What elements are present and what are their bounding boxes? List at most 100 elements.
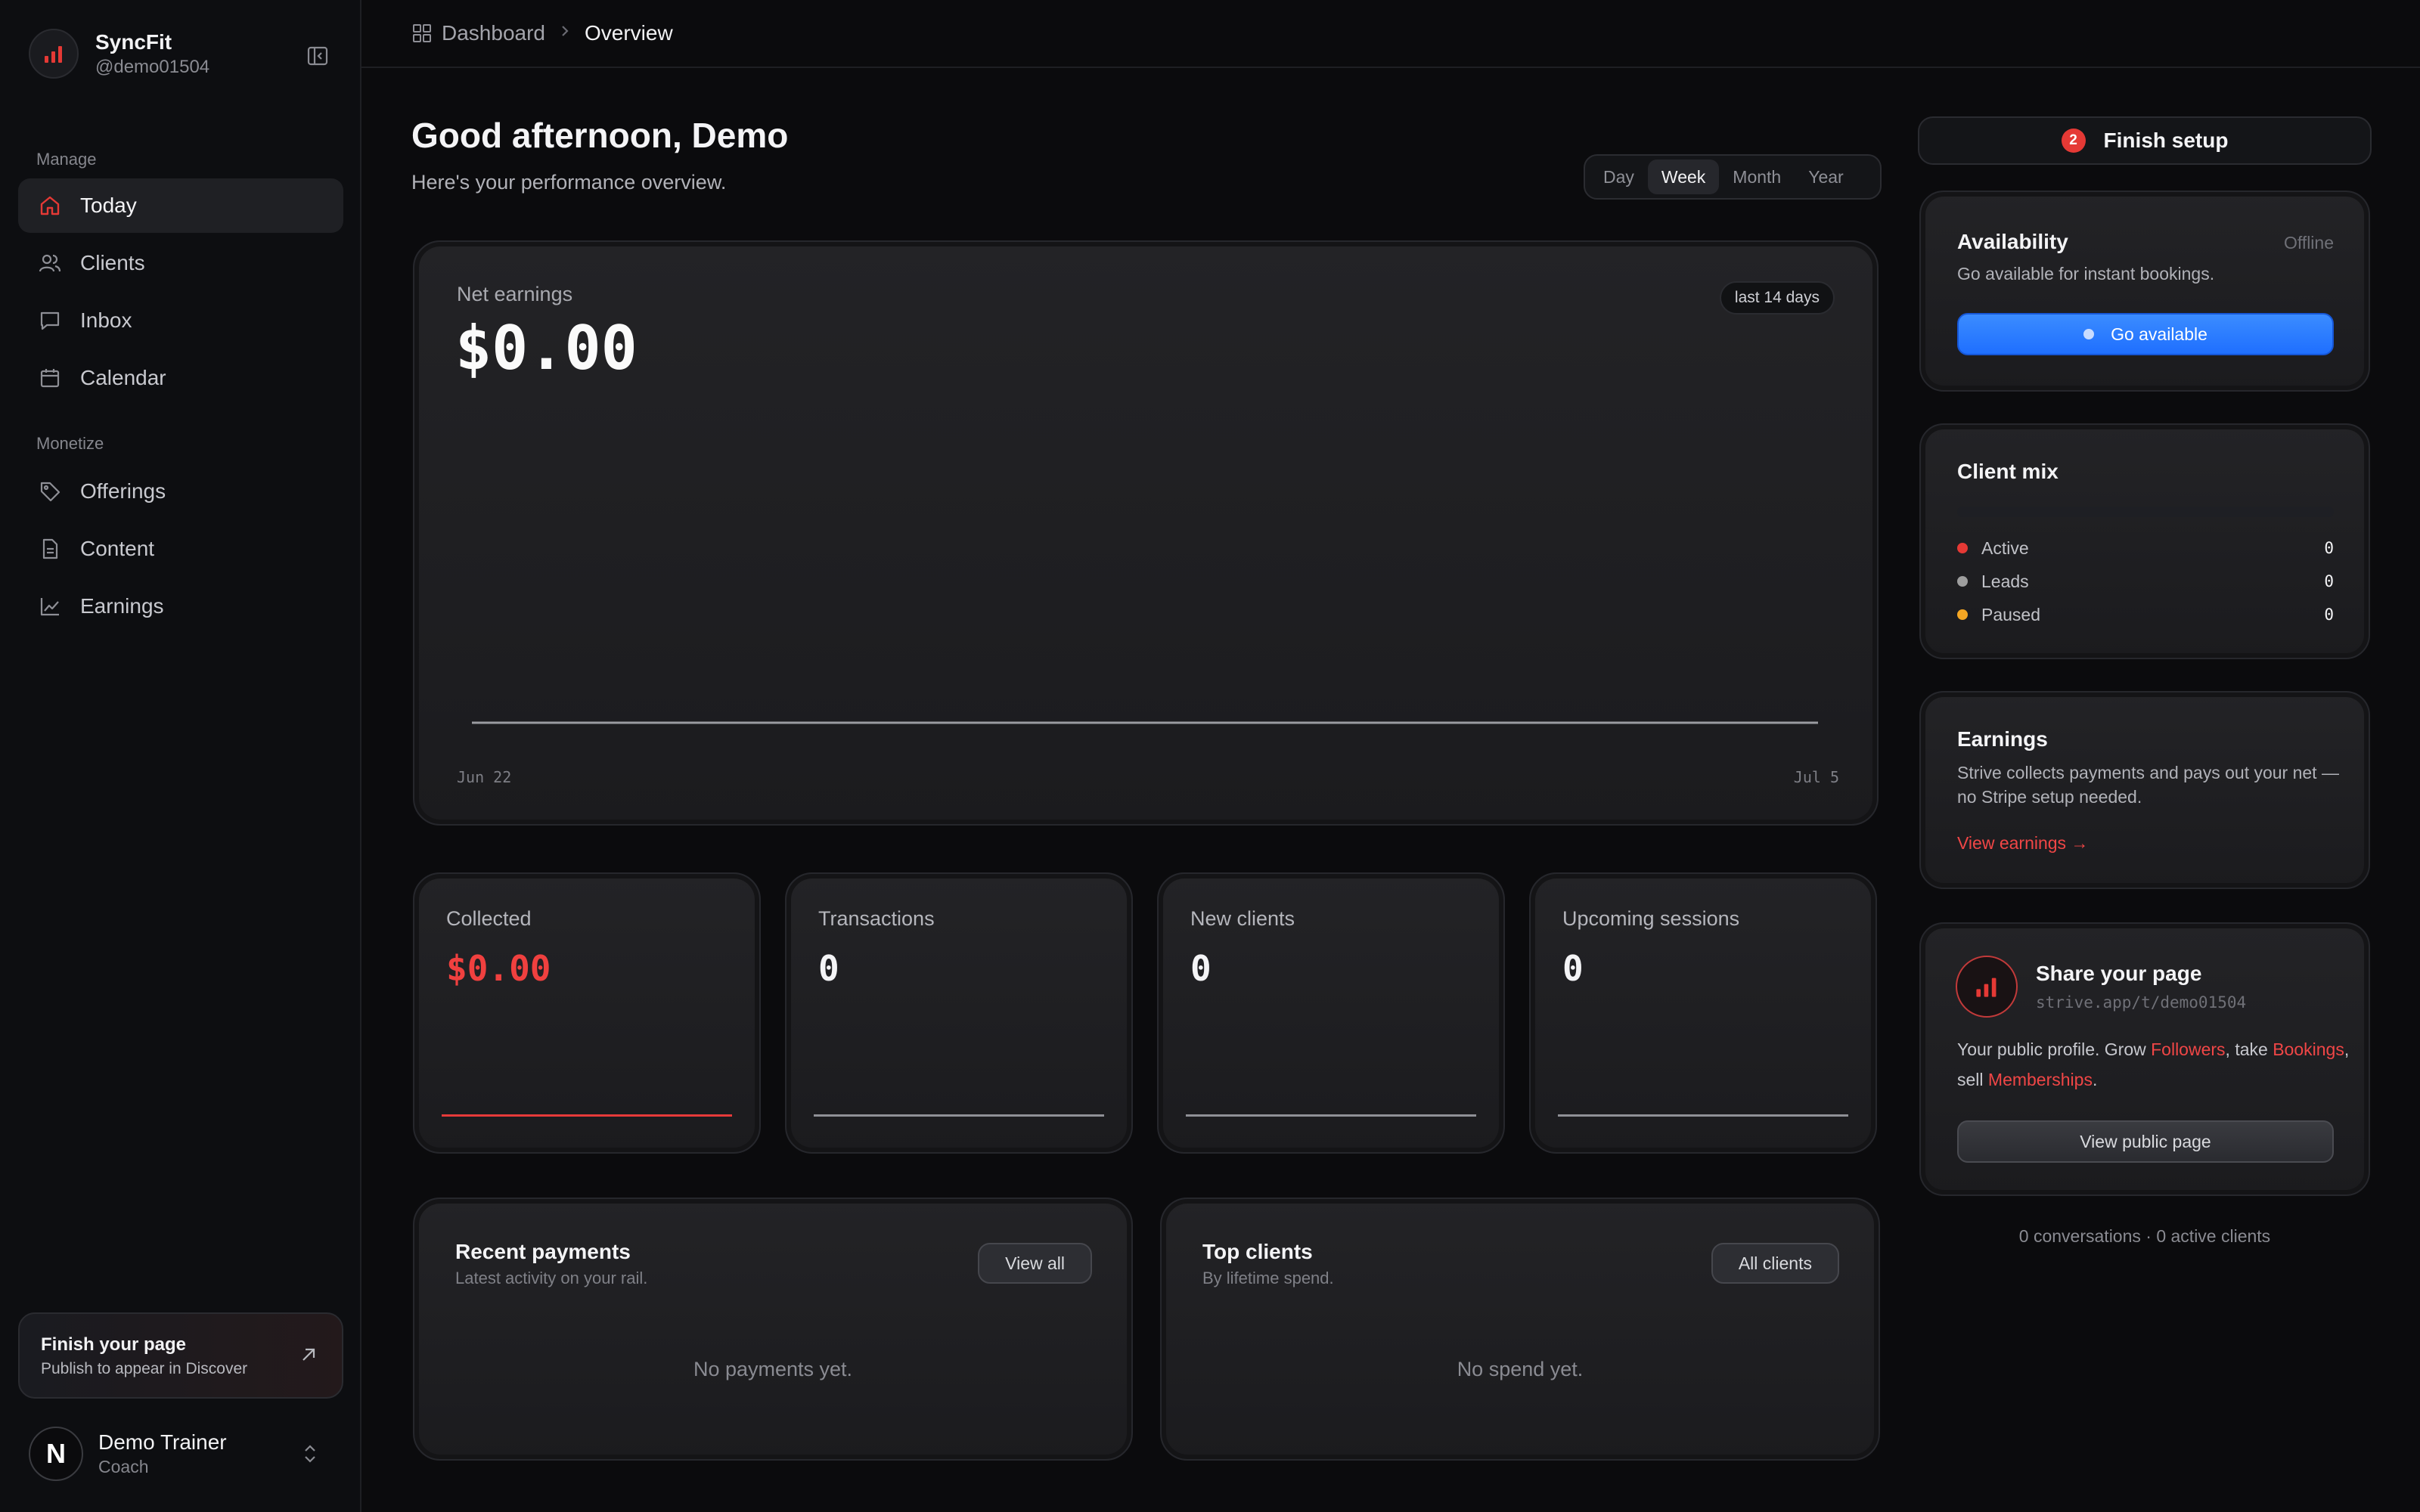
client-mix-row-active: Active 0 — [1957, 537, 2334, 559]
top-clients-card: Top clients By lifetime spend. All clien… — [1160, 1198, 1880, 1461]
availability-title: Availability — [1957, 230, 2068, 253]
breadcrumb-overview: Overview — [584, 21, 673, 45]
sidebar-item-earnings[interactable]: Earnings — [18, 579, 343, 634]
client-mix-value: 0 — [2324, 606, 2334, 624]
finish-page-subtitle: Publish to appear in Discover — [41, 1360, 248, 1377]
availability-text: Go available for instant bookings. — [1957, 264, 2215, 284]
sidebar-item-label: Offerings — [80, 479, 166, 503]
view-all-button[interactable]: View all — [978, 1243, 1092, 1284]
chart-icon — [38, 594, 62, 618]
range-year[interactable]: Year — [1795, 160, 1857, 194]
client-mix-value: 0 — [2324, 539, 2334, 557]
finish-page-title: Finish your page — [41, 1334, 187, 1355]
stat-label: Collected — [446, 907, 532, 930]
stat-label: Upcoming sessions — [1562, 907, 1740, 930]
sidebar-collapse-icon[interactable] — [304, 42, 331, 70]
empty-state: No spend yet. — [1457, 1358, 1584, 1380]
availability-status: Offline — [2283, 233, 2334, 253]
user-menu[interactable]: N Demo Trainer Coach — [29, 1426, 331, 1482]
client-mix-label: Paused — [1981, 604, 2041, 624]
go-available-button[interactable]: Go available — [1957, 313, 2334, 355]
share-page-url[interactable]: strive.app/t/demo01504 — [2036, 993, 2246, 1012]
user-name: Demo Trainer — [98, 1430, 227, 1454]
home-icon — [38, 194, 62, 218]
text-fragment: , take — [2225, 1040, 2273, 1059]
range-badge: last 14 days — [1719, 281, 1835, 314]
tag-icon — [38, 479, 62, 503]
bookings-link[interactable]: Bookings — [2273, 1040, 2344, 1059]
legend-dot-icon — [1957, 543, 1968, 553]
finish-page-card[interactable]: Finish your page Publish to appear in Di… — [18, 1312, 343, 1399]
users-icon — [38, 251, 62, 275]
x-axis-end-label: Jul 5 — [1793, 768, 1839, 786]
view-public-page-button[interactable]: View public page — [1957, 1120, 2334, 1163]
chat-icon — [38, 308, 62, 333]
breadcrumb-dashboard[interactable]: Dashboard — [442, 21, 545, 45]
stat-value: $0.00 — [446, 948, 551, 989]
range-week[interactable]: Week — [1647, 160, 1720, 194]
sidebar-item-offerings[interactable]: Offerings — [18, 464, 343, 519]
sidebar-item-label: Calendar — [80, 366, 166, 389]
page-title: Good afternoon, Demo — [411, 116, 789, 155]
go-available-label: Go available — [2111, 324, 2207, 344]
sidebar-item-calendar[interactable]: Calendar — [18, 351, 343, 405]
range-day[interactable]: Day — [1590, 160, 1648, 194]
chevron-up-down-icon — [299, 1442, 321, 1469]
empty-state: No payments yet. — [693, 1358, 853, 1380]
memberships-link[interactable]: Memberships — [1988, 1070, 2093, 1089]
net-earnings-value: $0.00 — [455, 313, 638, 383]
brand-logo-icon — [1956, 956, 2018, 1018]
stat-sparkline — [442, 1114, 732, 1117]
brand-name: SyncFit — [95, 30, 172, 54]
client-mix-row-leads: Leads 0 — [1957, 570, 2334, 593]
stat-value: 0 — [818, 948, 839, 989]
arrow-up-right-icon — [298, 1344, 319, 1369]
range-selector: Day Week Month Year — [1584, 154, 1882, 200]
client-mix-value: 0 — [2324, 572, 2334, 590]
section-label-monetize: Monetize — [36, 434, 104, 453]
sidebar-item-label: Earnings — [80, 594, 164, 618]
brand-handle: @demo01504 — [95, 57, 210, 77]
brand[interactable]: SyncFit @demo01504 — [29, 29, 209, 79]
earnings-info-title: Earnings — [1957, 727, 2048, 751]
recent-payments-subtitle: Latest activity on your rail. — [455, 1269, 648, 1287]
activity-summary: 0 conversations · 0 active clients — [2018, 1226, 2271, 1246]
client-mix-label: Leads — [1981, 571, 2029, 591]
net-earnings-card: Net earnings $0.00 last 14 days Jun 22 J… — [413, 240, 1879, 826]
sidebar-item-clients[interactable]: Clients — [18, 236, 343, 290]
avatar: N — [29, 1427, 83, 1481]
sidebar-item-content[interactable]: Content — [18, 522, 343, 576]
recent-payments-title: Recent payments — [455, 1240, 631, 1263]
all-clients-button[interactable]: All clients — [1711, 1243, 1839, 1284]
stat-card-collected: Collected $0.00 — [413, 872, 761, 1154]
sidebar-item-label: Clients — [80, 251, 145, 274]
top-bar: Dashboard Overview — [361, 0, 2420, 68]
page-subtitle: Here's your performance overview. — [411, 171, 727, 194]
view-earnings-link[interactable]: View earnings → — [1957, 833, 2088, 854]
client-mix-label: Active — [1981, 538, 2029, 558]
earnings-chart — [472, 721, 1818, 724]
stat-value: 0 — [1562, 948, 1584, 989]
availability-card: Availability Offline Go available for in… — [1919, 191, 2370, 392]
sidebar-item-label: Today — [80, 194, 137, 217]
top-clients-subtitle: By lifetime spend. — [1202, 1269, 1334, 1287]
client-mix-bar — [1957, 507, 2334, 517]
finish-setup-button[interactable]: 2 Finish setup — [1918, 116, 2372, 165]
sidebar-item-today[interactable]: Today — [18, 178, 343, 233]
range-month[interactable]: Month — [1719, 160, 1795, 194]
user-role: Coach — [98, 1457, 149, 1476]
recent-payments-card: Recent payments Latest activity on your … — [413, 1198, 1133, 1461]
chevron-right-icon — [559, 23, 571, 45]
sidebar-item-label: Content — [80, 537, 155, 560]
top-clients-title: Top clients — [1202, 1240, 1313, 1263]
sidebar-item-inbox[interactable]: Inbox — [18, 293, 343, 348]
stat-sparkline — [814, 1114, 1104, 1117]
finish-setup-label: Finish setup — [2103, 129, 2229, 152]
legend-dot-icon — [1957, 609, 1968, 620]
stat-card-upcoming-sessions: Upcoming sessions 0 — [1529, 872, 1877, 1154]
followers-link[interactable]: Followers — [2151, 1040, 2225, 1059]
stat-label: Transactions — [818, 907, 935, 930]
x-axis-start-label: Jun 22 — [457, 768, 512, 786]
calendar-icon — [38, 366, 62, 390]
status-dot-icon — [2083, 329, 2095, 339]
